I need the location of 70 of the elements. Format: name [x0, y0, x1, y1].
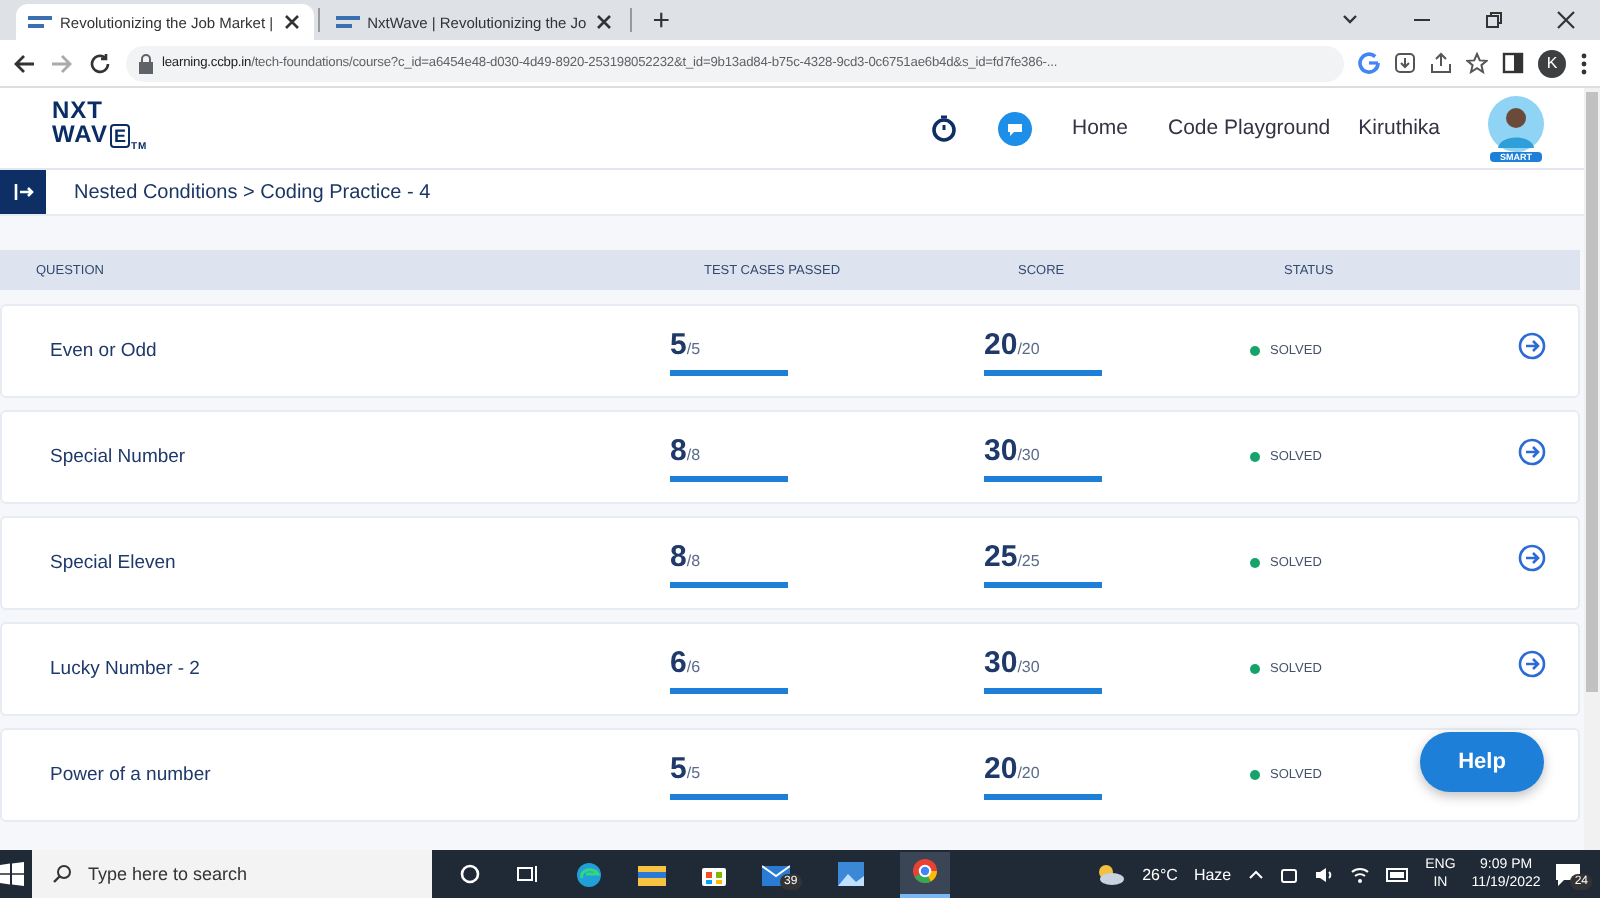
- score-value: 30/30: [984, 433, 1042, 469]
- question-title: Special Eleven: [50, 552, 178, 574]
- chat-icon[interactable]: [997, 111, 1032, 145]
- status-dot-icon: [1250, 770, 1260, 780]
- photos-icon[interactable]: [837, 862, 864, 886]
- status-dot-icon: [1250, 346, 1260, 356]
- google-icon[interactable]: [1358, 52, 1380, 74]
- question-title: Power of a number: [50, 764, 213, 786]
- nav-link[interactable]: Home: [1071, 116, 1128, 140]
- status-dot-icon: [1250, 558, 1260, 568]
- question-title: Even or Odd: [50, 340, 159, 362]
- folder-icon[interactable]: [638, 863, 666, 885]
- install-icon[interactable]: [1394, 52, 1416, 74]
- new-tab-button[interactable]: +: [652, 3, 670, 37]
- menu-icon[interactable]: [1580, 51, 1588, 75]
- star-icon[interactable]: [1466, 52, 1488, 74]
- question-title: Lucky Number - 2: [50, 658, 202, 680]
- profile-avatar[interactable]: K: [1538, 49, 1566, 77]
- breadcrumb: Nested Conditions > Coding Practice - 4: [74, 181, 431, 203]
- user-name[interactable]: Kiruthika: [1358, 116, 1440, 140]
- score-value: 25/25: [984, 539, 1042, 575]
- chrome-icon[interactable]: [911, 857, 938, 883]
- battery-icon[interactable]: [1385, 867, 1410, 881]
- chevron-up-icon[interactable]: [1247, 868, 1264, 880]
- edge-icon[interactable]: [576, 861, 602, 887]
- task-view-icon[interactable]: [516, 864, 540, 884]
- score-value: 20/20: [984, 751, 1042, 787]
- close-icon[interactable]: [281, 12, 302, 32]
- nav-link[interactable]: Code Playground: [1168, 116, 1331, 140]
- search-icon: [52, 864, 72, 884]
- restore-icon[interactable]: [1484, 10, 1504, 30]
- help-button[interactable]: Help: [1420, 732, 1544, 792]
- cortana-icon[interactable]: [460, 864, 480, 884]
- arrow-circle-icon[interactable]: [1518, 438, 1546, 466]
- question-title: Special Number: [50, 446, 188, 468]
- meet-icon[interactable]: [1279, 865, 1298, 883]
- lock-icon: [138, 53, 154, 73]
- favicon-icon: [335, 14, 360, 30]
- arrow-circle-icon[interactable]: [1518, 332, 1546, 360]
- close-icon[interactable]: [594, 12, 615, 32]
- test-cases-count: 5/5: [670, 327, 703, 363]
- side-panel-icon[interactable]: [1502, 52, 1524, 74]
- test-cases-count: 6/6: [670, 645, 703, 681]
- wifi-icon[interactable]: [1349, 865, 1370, 883]
- arrow-circle-icon[interactable]: [1518, 650, 1546, 678]
- test-cases-count: 5/5: [670, 751, 703, 787]
- store-icon[interactable]: [702, 862, 726, 886]
- share-icon[interactable]: [1430, 52, 1452, 74]
- weather-label[interactable]: Haze: [1193, 865, 1232, 883]
- reload-icon[interactable]: [88, 51, 112, 75]
- sidebar-toggle[interactable]: [0, 170, 46, 214]
- weather-cloud-icon[interactable]: [1094, 862, 1127, 886]
- test-cases-count: 8/8: [670, 433, 703, 469]
- arrow-circle-icon[interactable]: [1518, 544, 1546, 572]
- temperature[interactable]: 26°C: [1142, 865, 1178, 883]
- back-arrow-icon[interactable]: [12, 51, 36, 75]
- status-dot-icon: [1250, 452, 1260, 462]
- speaker-icon[interactable]: [1313, 865, 1334, 883]
- status-dot-icon: [1250, 664, 1260, 674]
- favicon-icon: [28, 14, 52, 30]
- stopwatch-icon[interactable]: [929, 114, 958, 142]
- windows-icon[interactable]: [0, 862, 24, 886]
- collapse-icon: [13, 182, 33, 202]
- score-value: 30/30: [984, 645, 1042, 681]
- scrollbar-thumb[interactable]: [1586, 92, 1598, 692]
- taskbar-search-field[interactable]: Type here to search: [32, 850, 432, 898]
- score-value: 20/20: [984, 327, 1042, 363]
- close-icon[interactable]: [1556, 10, 1576, 30]
- logo[interactable]: NXT WAV E $_{TM}$: [52, 97, 148, 159]
- test-cases-count: 8/8: [670, 539, 703, 575]
